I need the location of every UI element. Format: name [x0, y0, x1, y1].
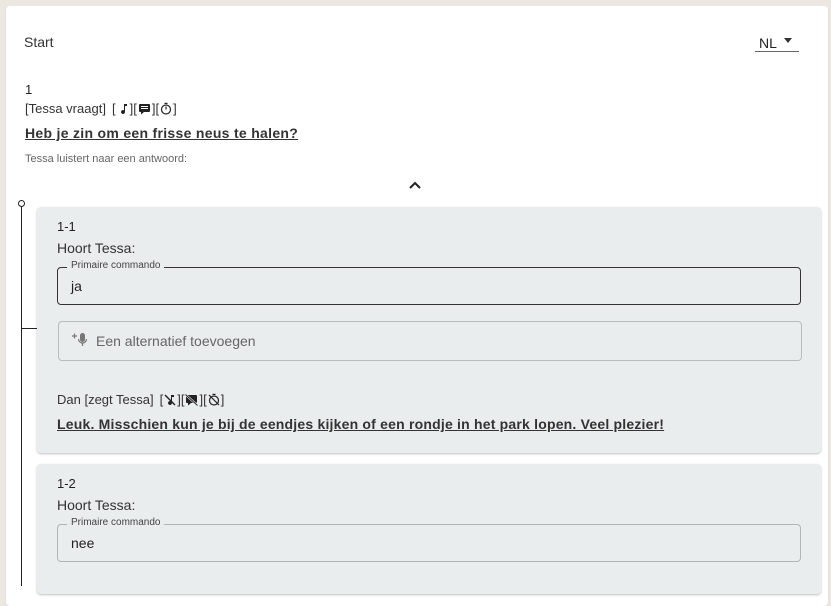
hears-label: Hoort Tessa:	[57, 497, 136, 513]
add-alternative-placeholder: Een alternatief toevoegen	[96, 333, 256, 349]
editor-page: Start NL 1 [Tessa vraagt] [] [] [] Heb j…	[6, 6, 828, 606]
add-alternative-field[interactable]: Een alternatief toevoegen	[58, 321, 802, 361]
tree-line	[21, 206, 22, 586]
question-link[interactable]: Heb je zin om een frisse neus te halen?	[25, 125, 298, 141]
language-select[interactable]: NL	[755, 34, 799, 52]
asks-row: [Tessa vraagt] [] [] []	[25, 101, 177, 116]
primary-command-legend: Primaire commando	[67, 260, 165, 271]
primary-command-value: ja	[71, 278, 82, 294]
primary-command-value: nee	[71, 535, 95, 551]
answer-card: 1-2 Hoort Tessa: Primaire commando nee	[37, 464, 821, 594]
answer-id: 1-1	[57, 219, 76, 234]
then-label: Dan [zegt Tessa]	[57, 392, 154, 407]
message-icon[interactable]: []	[133, 101, 155, 116]
primary-command-legend: Primaire commando	[67, 517, 165, 528]
music-off-icon[interactable]: []	[160, 392, 181, 407]
hears-label: Hoort Tessa:	[57, 240, 136, 256]
music-icon[interactable]: []	[112, 101, 133, 116]
language-value: NL	[759, 35, 777, 51]
caret-down-icon	[784, 38, 792, 43]
then-row: Dan [zegt Tessa] [] [] []	[57, 392, 224, 407]
tree-branch	[21, 328, 37, 329]
start-label: Start	[24, 34, 54, 50]
answer-id: 1-2	[57, 476, 76, 491]
add-mic-icon	[72, 333, 88, 346]
asks-label: [Tessa vraagt]	[25, 101, 106, 116]
chevron-up-icon[interactable]	[408, 180, 422, 190]
response-link[interactable]: Leuk. Misschien kun je bij de eendjes ki…	[57, 416, 664, 432]
primary-command-field[interactable]: Primaire commando nee	[57, 517, 801, 562]
answer-card: 1-1 Hoort Tessa: Primaire commando ja Ee…	[37, 207, 821, 453]
message-off-icon[interactable]: []	[181, 392, 203, 407]
listens-label: Tessa luistert naar een antwoord:	[25, 153, 188, 165]
timer-off-icon[interactable]: []	[203, 392, 224, 407]
node-number: 1	[25, 82, 33, 97]
timer-icon[interactable]: []	[155, 101, 176, 116]
primary-command-field[interactable]: Primaire commando ja	[57, 260, 801, 305]
